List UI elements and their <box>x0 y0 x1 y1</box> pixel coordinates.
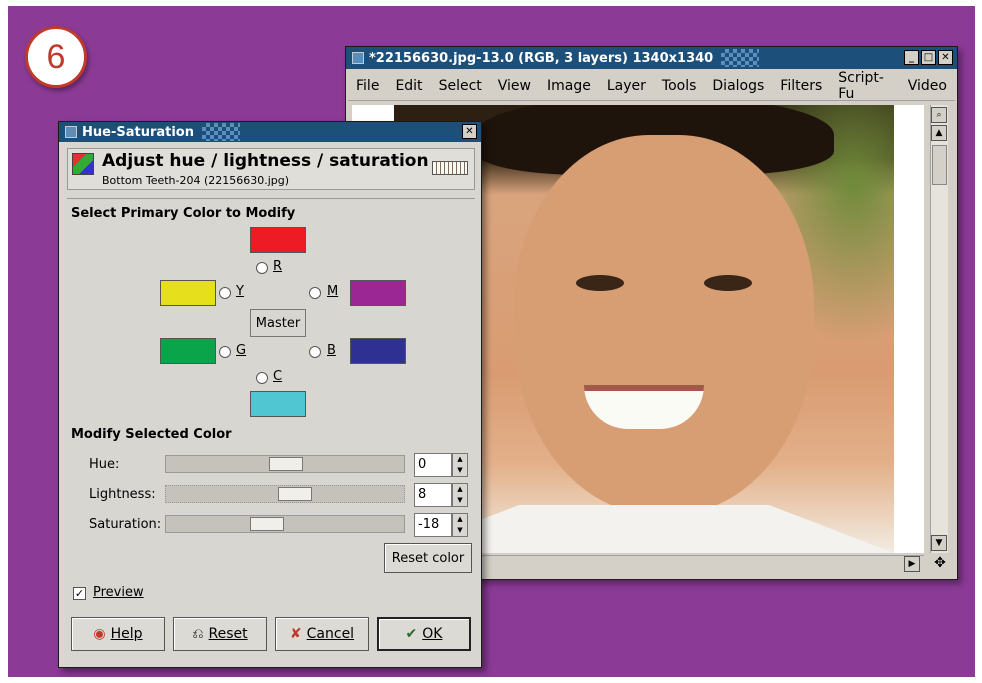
dialog-header-title: Adjust hue / lightness / saturation <box>102 151 429 171</box>
lightness-input[interactable]: 8 <box>414 483 452 507</box>
radio-c[interactable] <box>256 372 268 384</box>
dialog-header-subtitle: Bottom Teeth-204 (22156630.jpg) <box>102 174 290 187</box>
hue-saturation-icon <box>72 153 94 175</box>
hue-slider[interactable] <box>165 455 405 473</box>
dialog-header: Adjust hue / lightness / saturation Bott… <box>67 148 475 190</box>
master-button[interactable]: Master <box>250 309 306 337</box>
navigate-icon[interactable]: ✥ <box>932 555 948 571</box>
preview-checkbox[interactable]: ✓ <box>73 587 86 600</box>
radio-m[interactable] <box>309 287 321 299</box>
swatch-magenta <box>350 280 406 306</box>
photo-face <box>514 135 814 515</box>
saturation-slider[interactable] <box>165 515 405 533</box>
hue-saturation-dialog: Hue-Saturation ✕ Adjust hue / lightness … <box>58 121 482 668</box>
radio-c-label[interactable]: C <box>273 369 282 384</box>
saturation-input[interactable]: -18 <box>414 513 452 537</box>
modify-color-heading: Modify Selected Color <box>71 427 232 442</box>
ok-button-label: OK <box>422 626 443 642</box>
menu-file[interactable]: File <box>348 78 387 94</box>
ok-button[interactable]: ✔ OK <box>377 617 471 651</box>
image-window-titlebar[interactable]: *22156630.jpg-13.0 (RGB, 3 layers) 1340x… <box>346 47 957 69</box>
dialog-close-icon[interactable]: ✕ <box>462 124 477 139</box>
saturation-spin-arrows-icon[interactable]: ▲ ▼ <box>452 513 468 537</box>
swatch-red <box>250 227 306 253</box>
reset-button[interactable]: ⎌ Reset <box>173 617 267 651</box>
radio-r[interactable] <box>256 262 268 274</box>
cancel-icon: ✘ <box>289 626 302 642</box>
photo-right-eye <box>704 275 752 291</box>
help-icon: ◉ <box>93 626 106 642</box>
swatch-cyan <box>250 391 306 417</box>
hue-input[interactable]: 0 <box>414 453 452 477</box>
menubar: File Edit Select View Image Layer Tools … <box>348 70 955 102</box>
radio-b[interactable] <box>309 346 321 358</box>
window-menu-icon[interactable] <box>352 52 364 64</box>
scroll-up-icon[interactable]: ▲ <box>931 125 947 141</box>
separator <box>67 198 475 199</box>
menu-dialogs[interactable]: Dialogs <box>704 78 772 94</box>
menu-image[interactable]: Image <box>539 78 599 94</box>
lightness-slider[interactable] <box>165 485 405 503</box>
help-button-label: Help <box>110 626 143 642</box>
hue-label: Hue: <box>89 457 120 472</box>
reset-button-label: Reset <box>208 626 248 642</box>
dialog-menu-icon[interactable] <box>65 126 77 138</box>
image-window-title: *22156630.jpg-13.0 (RGB, 3 layers) 1340x… <box>369 50 714 66</box>
cancel-button-label: Cancel <box>306 626 355 642</box>
radio-y-label[interactable]: Y <box>236 284 244 299</box>
menu-edit[interactable]: Edit <box>387 78 430 94</box>
radio-b-label[interactable]: B <box>327 343 336 358</box>
preview-label[interactable]: Preview <box>93 585 144 600</box>
radio-m-label[interactable]: M <box>327 284 338 299</box>
reset-icon: ⎌ <box>192 626 204 642</box>
vertical-scroll-thumb[interactable] <box>932 145 947 185</box>
zoom-icon[interactable]: ⌕ <box>931 107 947 123</box>
menu-script-fu[interactable]: Script-Fu <box>830 70 900 102</box>
radio-y[interactable] <box>219 287 231 299</box>
photo-left-eye <box>576 275 624 291</box>
menu-layer[interactable]: Layer <box>599 78 654 94</box>
vertical-scrollbar[interactable]: ⌕ ▲ ▼ <box>930 105 948 553</box>
hue-slider-handle[interactable] <box>269 457 303 471</box>
help-button[interactable]: ◉ Help <box>71 617 165 651</box>
radio-g[interactable] <box>219 346 231 358</box>
background-panel: 6 *22156630.jpg-13.0 (RGB, 3 layers) 134… <box>8 6 975 677</box>
menu-video[interactable]: Video <box>900 78 955 94</box>
hue-spin-arrows-icon[interactable]: ▲ ▼ <box>452 453 468 477</box>
menu-select[interactable]: Select <box>431 78 490 94</box>
scroll-down-icon[interactable]: ▼ <box>931 535 947 551</box>
maximize-icon[interactable]: □ <box>921 50 936 65</box>
cancel-button[interactable]: ✘ Cancel <box>275 617 369 651</box>
swatch-blue <box>350 338 406 364</box>
radio-g-label[interactable]: G <box>236 343 246 358</box>
swatch-yellow <box>160 280 216 306</box>
menu-tools[interactable]: Tools <box>654 78 705 94</box>
saturation-label: Saturation: <box>89 517 162 532</box>
title-pattern-icon <box>202 123 240 141</box>
menu-view[interactable]: View <box>490 78 539 94</box>
reset-color-button[interactable]: Reset color <box>384 543 472 573</box>
select-color-heading: Select Primary Color to Modify <box>71 206 296 221</box>
dialog-title: Hue-Saturation <box>82 124 194 140</box>
lightness-slider-handle[interactable] <box>278 487 312 501</box>
swatch-green <box>160 338 216 364</box>
step-badge: 6 <box>25 26 87 88</box>
close-icon[interactable]: ✕ <box>938 50 953 65</box>
lightness-label: Lightness: <box>89 487 156 502</box>
menu-filters[interactable]: Filters <box>772 78 830 94</box>
layer-thumbnail <box>432 161 468 175</box>
title-pattern-icon <box>721 49 760 67</box>
saturation-slider-handle[interactable] <box>250 517 284 531</box>
radio-r-label[interactable]: R <box>273 259 282 274</box>
ok-icon: ✔ <box>405 626 418 642</box>
lightness-spin-arrows-icon[interactable]: ▲ ▼ <box>452 483 468 507</box>
dialog-titlebar[interactable]: Hue-Saturation ✕ <box>59 122 481 142</box>
scroll-right-icon[interactable]: ▶ <box>904 556 920 572</box>
minimize-icon[interactable]: _ <box>904 50 919 65</box>
